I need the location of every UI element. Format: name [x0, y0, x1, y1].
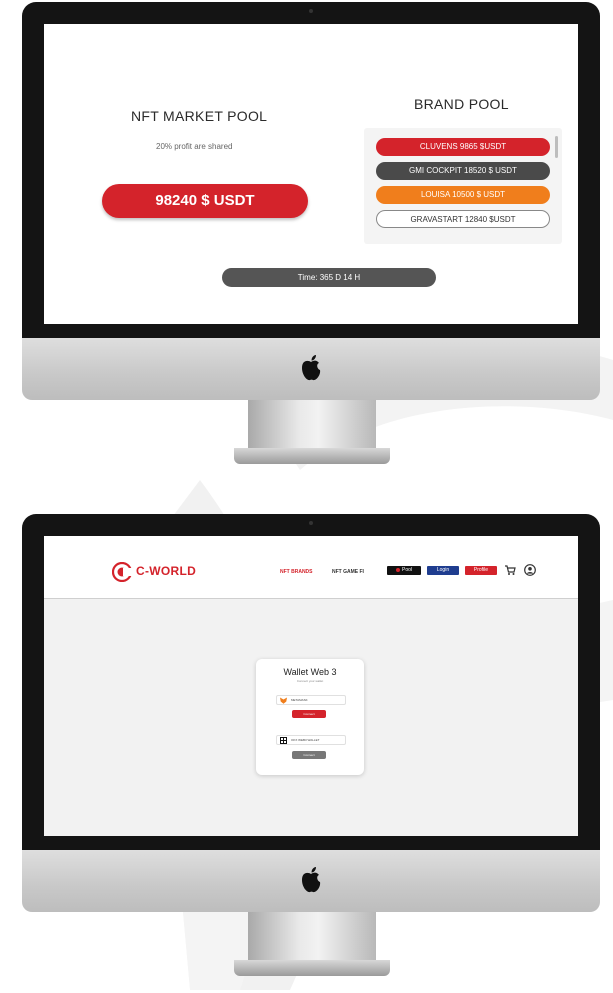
- nft-pool-amount-button[interactable]: 98240 $ USDT: [102, 184, 308, 218]
- apple-icon: [302, 355, 321, 381]
- brand-pool-list[interactable]: CLUVENS 9865 $USDT GMI COCKPIT 18520 $ U…: [364, 128, 562, 244]
- brand-name[interactable]: C-WORLD: [136, 564, 196, 578]
- c-world-logo-icon: [112, 562, 132, 582]
- pool-button[interactable]: Pool: [387, 566, 421, 575]
- pool-label: Pool: [401, 567, 412, 573]
- pool-timer: Time: 365 D 14 H: [222, 268, 436, 287]
- wallet-subtitle: Connect your wallet: [296, 679, 324, 683]
- brand-pool-item[interactable]: GRAVASTART 12840 $USDT: [376, 210, 550, 228]
- wallet-qr-icon: [280, 737, 287, 744]
- wallet-option-okx[interactable]: OKX WEB3 WALLET: [276, 735, 346, 745]
- monitor-bezel: NFT MARKET POOL 20% profit are shared 98…: [22, 2, 600, 338]
- user-icon[interactable]: [524, 564, 536, 576]
- cart-icon[interactable]: [504, 564, 516, 576]
- monitor-bezel: C-WORLD NFT BRANDS NFT GAME FI Pool Logi…: [22, 514, 600, 850]
- login-button[interactable]: Login: [427, 566, 459, 575]
- brand-pool-item[interactable]: GMI COCKPIT 18520 $ USDT: [376, 162, 550, 180]
- wallet-title: Wallet Web 3: [283, 667, 337, 677]
- wallet-screen: C-WORLD NFT BRANDS NFT GAME FI Pool Logi…: [44, 536, 578, 836]
- profit-share-note: 20% profit are shared: [156, 142, 233, 151]
- pool-screen: NFT MARKET POOL 20% profit are shared 98…: [44, 24, 578, 324]
- wallet-option-label: OKX WEB3 WALLET: [291, 738, 320, 742]
- pool-dot-icon: [395, 567, 400, 572]
- nft-market-pool-title: NFT MARKET POOL: [131, 108, 268, 124]
- nav-nft-gamefi[interactable]: NFT GAME FI: [332, 569, 364, 575]
- wallet-option-label: METAMASK: [291, 698, 308, 702]
- monitor-stand-base: [234, 960, 390, 976]
- profile-button[interactable]: Profile: [465, 566, 497, 575]
- scrollbar[interactable]: [555, 136, 558, 158]
- connect-button[interactable]: Connect: [292, 710, 326, 718]
- wallet-connect-card: Wallet Web 3 Connect your wallet METAMAS…: [256, 659, 364, 775]
- connect-button[interactable]: Connect: [292, 751, 326, 759]
- monitor-stand-base: [234, 448, 390, 464]
- camera-dot: [309, 9, 313, 13]
- brand-pool-item[interactable]: CLUVENS 9865 $USDT: [376, 138, 550, 156]
- brand-pool-title: BRAND POOL: [414, 96, 509, 112]
- monitor-chin: [22, 850, 600, 912]
- wallet-option-metamask[interactable]: METAMASK: [276, 695, 346, 705]
- main-content: Wallet Web 3 Connect your wallet METAMAS…: [44, 599, 578, 836]
- brand-pool-item[interactable]: LOUISA 10500 $ USDT: [376, 186, 550, 204]
- nav-nft-brands[interactable]: NFT BRANDS: [280, 569, 313, 575]
- camera-dot: [309, 521, 313, 525]
- monitor-chin: [22, 338, 600, 400]
- metamask-fox-icon: [280, 697, 287, 704]
- apple-icon: [302, 867, 321, 893]
- top-navigation-bar: C-WORLD NFT BRANDS NFT GAME FI Pool Logi…: [44, 536, 578, 599]
